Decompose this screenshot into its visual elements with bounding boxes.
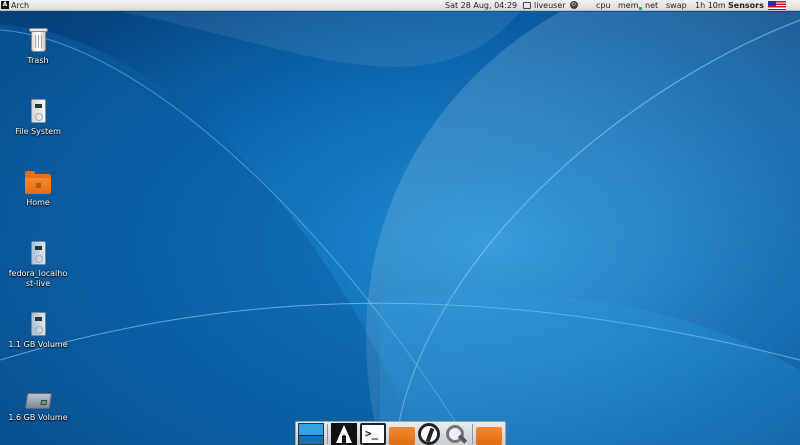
folder-icon[interactable] — [476, 426, 502, 445]
bottom-dock: >_ — [295, 421, 506, 445]
applications-menu-label: Arch — [11, 0, 30, 10]
home-folder-icon — [25, 169, 51, 195]
clock[interactable]: Sat 28 Aug, 04:29 — [445, 0, 517, 11]
desktop-icon-1-6-gb-volume[interactable]: 1.6 GB Volume — [8, 384, 68, 423]
desktop-icon-label: 1.1 GB Volume — [8, 340, 68, 349]
power-icon[interactable]: ⏻ — [569, 1, 578, 9]
file-manager-icon[interactable] — [389, 426, 415, 445]
top-panel: A Arch Sat 28 Aug, 04:29 liveuser ⏻ cpu … — [0, 0, 800, 11]
desktop-icon-file-system[interactable]: File System — [8, 98, 68, 137]
desktop-wallpaper — [0, 0, 800, 445]
hard-disk-icon — [24, 384, 53, 410]
web-browser-icon[interactable] — [418, 422, 440, 445]
terminal-icon[interactable]: >_ — [360, 422, 386, 445]
uptime: 1h 10m — [695, 0, 726, 10]
dock-separator — [472, 423, 473, 444]
app-finder-icon[interactable] — [443, 423, 469, 445]
sensors-plugin[interactable]: Sensors — [728, 0, 764, 11]
applications-menu-button[interactable]: A Arch — [0, 0, 29, 11]
user-icon — [523, 1, 531, 9]
drive-icon — [25, 311, 51, 337]
desktop-icon-1-1-gb-volume[interactable]: 1.1 GB Volume — [8, 311, 68, 350]
drive-icon — [25, 240, 51, 266]
user-name: liveuser — [534, 0, 566, 10]
swap-monitor[interactable]: swap — [663, 0, 690, 11]
arch-logo-icon: A — [1, 1, 9, 9]
desktop-icon-label: 1.6 GB Volume — [8, 413, 68, 422]
desktop-icon-label: Home — [26, 198, 50, 207]
network-monitor[interactable]: net — [642, 0, 661, 11]
user-menu[interactable]: liveuser ⏻ — [523, 0, 578, 11]
desktop-icon-fedora-localhost-live[interactable]: fedora_localhost-live — [8, 240, 68, 289]
us-flag-icon[interactable] — [768, 1, 786, 10]
cpu-monitor[interactable]: cpu — [593, 0, 614, 11]
desktop-icon-home[interactable]: Home — [8, 169, 68, 208]
desktop-icon-trash[interactable]: Trash — [8, 27, 68, 66]
arch-logo-icon[interactable] — [331, 422, 357, 445]
show-desktop-icon[interactable] — [298, 422, 324, 445]
drive-icon — [25, 98, 51, 124]
dock-separator — [327, 423, 328, 444]
desktop-icon-label: Trash — [27, 56, 49, 65]
memory-monitor[interactable]: mem — [615, 0, 642, 11]
trash-icon — [25, 27, 51, 53]
desktop-icon-label: fedora_localhost-live — [8, 269, 68, 288]
desktop-icon-label: File System — [15, 127, 61, 136]
